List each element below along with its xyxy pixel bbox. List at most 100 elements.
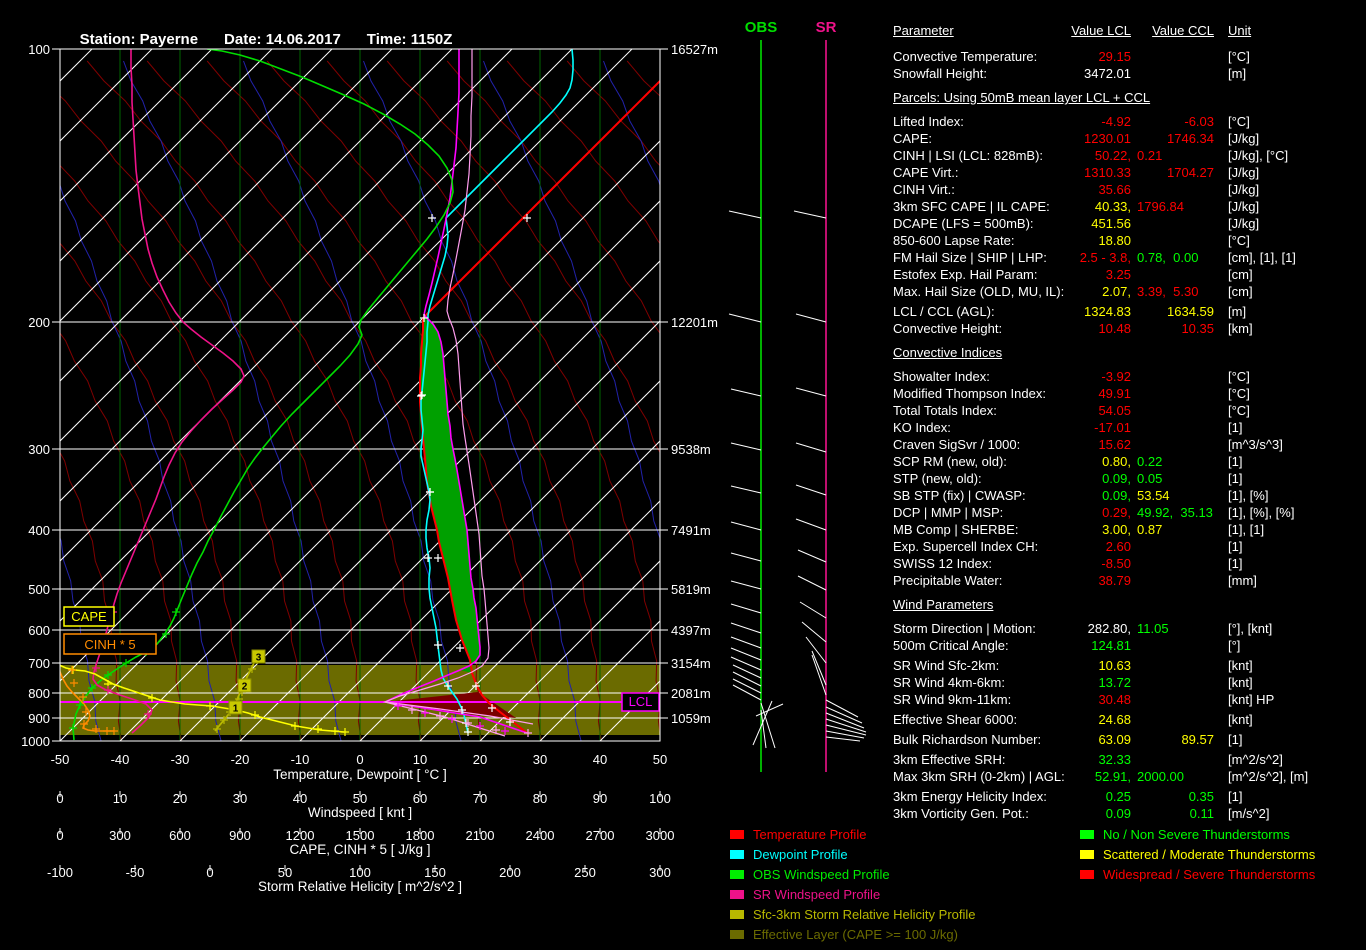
severity-legend: No / Non Severe ThunderstormsScattered /… — [1080, 824, 1315, 884]
x-axis-tick-label: 0 — [56, 828, 63, 843]
value-lcl: 2.5 - 3.8, — [1080, 250, 1131, 265]
cape-label: CAPE — [71, 609, 107, 624]
x-axis-tick-label: 1500 — [346, 828, 375, 843]
x-axis-tick-label: 1800 — [406, 828, 435, 843]
value-lcl-cell: 124.81 — [893, 637, 1131, 654]
value-lcl: 24.68 — [1098, 712, 1131, 727]
table-row: 850-600 Lapse Rate:18.80[°C] — [893, 232, 1363, 249]
value-lcl-cell: 30.48 — [893, 691, 1131, 708]
value-extra-cell: 0.05 — [1137, 470, 1162, 487]
x-axis-tick-label: 600 — [169, 828, 191, 843]
value-lcl: 13.72 — [1098, 675, 1131, 690]
x-axis-tick-label: -20 — [231, 752, 250, 767]
table-row: Snowfall Height:3472.01[m] — [893, 65, 1363, 82]
table-section-header: Wind Parameters — [893, 589, 1363, 620]
x-axis-tick-label: -10 — [291, 752, 310, 767]
table-row: SR Wind Sfc-2km:10.63[knt] — [893, 657, 1363, 674]
value-lcl-cell: 29.15 — [893, 48, 1131, 65]
table-row: CAPE Virt.:1310.331704.27[J/kg] — [893, 164, 1363, 181]
table-row: 3km Energy Helicity Index:0.250.35[1] — [893, 788, 1363, 805]
value-lcl-cell: 24.68 — [893, 711, 1131, 728]
table-row: DCAPE (LFS = 500mB):451.56[J/kg] — [893, 215, 1363, 232]
unit-label: [1] — [1228, 555, 1242, 572]
unit-label: [m^3/s^3] — [1228, 436, 1283, 453]
col-header-value-ccl: Value CCL — [893, 22, 1214, 39]
unit-label: [°C] — [1228, 402, 1250, 419]
altitude-axis-label: 4397m — [671, 623, 711, 638]
value-lcl-cell: 0.09, — [893, 470, 1131, 487]
unit-label: [°], [knt] — [1228, 620, 1272, 637]
unit-label: [knt] — [1228, 711, 1253, 728]
altitude-axis-label: 12201m — [671, 315, 718, 330]
x-axis-tick-label: 200 — [499, 865, 521, 880]
value-lcl-cell: 35.66 — [893, 181, 1131, 198]
value-lcl: 54.05 — [1098, 403, 1131, 418]
unit-label: [1] — [1228, 788, 1242, 805]
value-lcl: 0.80, — [1102, 454, 1131, 469]
x-axis-tick-label: 40 — [293, 791, 307, 806]
value-extra-cell: 0.22 — [1137, 453, 1162, 470]
value-lcl: 3.25 — [1106, 267, 1131, 282]
value-extra: 0.78, — [1137, 250, 1173, 265]
unit-label: [1] — [1228, 453, 1242, 470]
severity-legend-swatch — [1080, 850, 1094, 859]
x-axis-tick-label: 70 — [473, 791, 487, 806]
table-row: Convective Temperature:29.15[°C] — [893, 48, 1363, 65]
pressure-axis-label: 300 — [28, 442, 50, 457]
unit-label: [°] — [1228, 637, 1240, 654]
table-row: SCP RM (new, old):0.80,0.22[1] — [893, 453, 1363, 470]
pressure-axis-label: 600 — [28, 623, 50, 638]
altitude-axis-label: 1059m — [671, 711, 711, 726]
value-ccl-cell: 1634.59 — [893, 303, 1214, 320]
value-lcl-cell: 3472.01 — [893, 65, 1131, 82]
lcl-label: LCL — [629, 694, 653, 709]
value-extra: 0.05 — [1137, 471, 1162, 486]
obs-column-label: OBS — [745, 19, 778, 36]
value-lcl: 10.63 — [1098, 658, 1131, 673]
value-lcl-cell: 282.80, — [893, 620, 1131, 637]
value-ccl: 0.11 — [1190, 806, 1214, 821]
col-header-unit: Unit — [1228, 22, 1251, 39]
x-axis-tick-label: 60 — [413, 791, 427, 806]
unit-label: [1] — [1228, 470, 1242, 487]
value-lcl: 15.62 — [1098, 437, 1131, 452]
x-axis-tick-label: 0 — [206, 865, 213, 880]
sr-column-label: SR — [816, 19, 837, 36]
profile-legend-swatch — [730, 830, 744, 839]
value-lcl-cell: 13.72 — [893, 674, 1131, 691]
severity-legend-item: Widespread / Severe Thunderstorms — [1080, 864, 1315, 884]
wind-barbs — [729, 211, 866, 748]
x-axis-tick-label: 1200 — [286, 828, 315, 843]
value-ccl-cell: 0.35 — [893, 788, 1214, 805]
x-axis-title: Storm Relative Helicity [ m^2/s^2 ] — [258, 879, 462, 894]
value-lcl-cell: 49.91 — [893, 385, 1131, 402]
x-axis-tick-label: 2100 — [466, 828, 495, 843]
x-axis-tick-label: 90 — [593, 791, 607, 806]
unit-label: [cm] — [1228, 283, 1253, 300]
value-lcl: 32.33 — [1098, 752, 1131, 767]
section-title: Wind Parameters — [893, 597, 993, 612]
altitude-axis-label: 3154m — [671, 656, 711, 671]
table-row: Max 3km SRH (0-2km) | AGL:52.91,2000.00[… — [893, 768, 1363, 785]
unit-label: [1], [%], [%] — [1228, 504, 1294, 521]
table-row: Max. Hail Size (OLD, MU, IL):2.07,3.39, … — [893, 283, 1363, 300]
value-ccl: 0.35 — [1189, 789, 1214, 804]
value-lcl: 30.48 — [1098, 692, 1131, 707]
col-header-value-ccl-text: Value CCL — [1152, 23, 1214, 38]
unit-label: [knt] HP — [1228, 691, 1274, 708]
value-lcl: 2.07, — [1102, 284, 1131, 299]
value-lcl: 49.91 — [1098, 386, 1131, 401]
value-lcl: 29.15 — [1098, 49, 1131, 64]
profile-legend-item: OBS Windspeed Profile — [730, 864, 976, 884]
x-axis-tick-label: -30 — [171, 752, 190, 767]
value-ccl: 1634.59 — [1167, 304, 1214, 319]
value-lcl: -17.01 — [1094, 420, 1131, 435]
cinh-label: CINH * 5 — [84, 637, 135, 652]
x-axis-tick-label: 100 — [349, 865, 371, 880]
km-marker-label: 1 — [233, 704, 239, 715]
table-row: CINH Virt.:35.66[J/kg] — [893, 181, 1363, 198]
value-lcl-cell: 0.09, — [893, 487, 1131, 504]
value-extra: 53.54 — [1137, 488, 1170, 503]
table-row: Estofex Exp. Hail Param:3.25[cm] — [893, 266, 1363, 283]
x-axis-tick-label: -40 — [111, 752, 130, 767]
